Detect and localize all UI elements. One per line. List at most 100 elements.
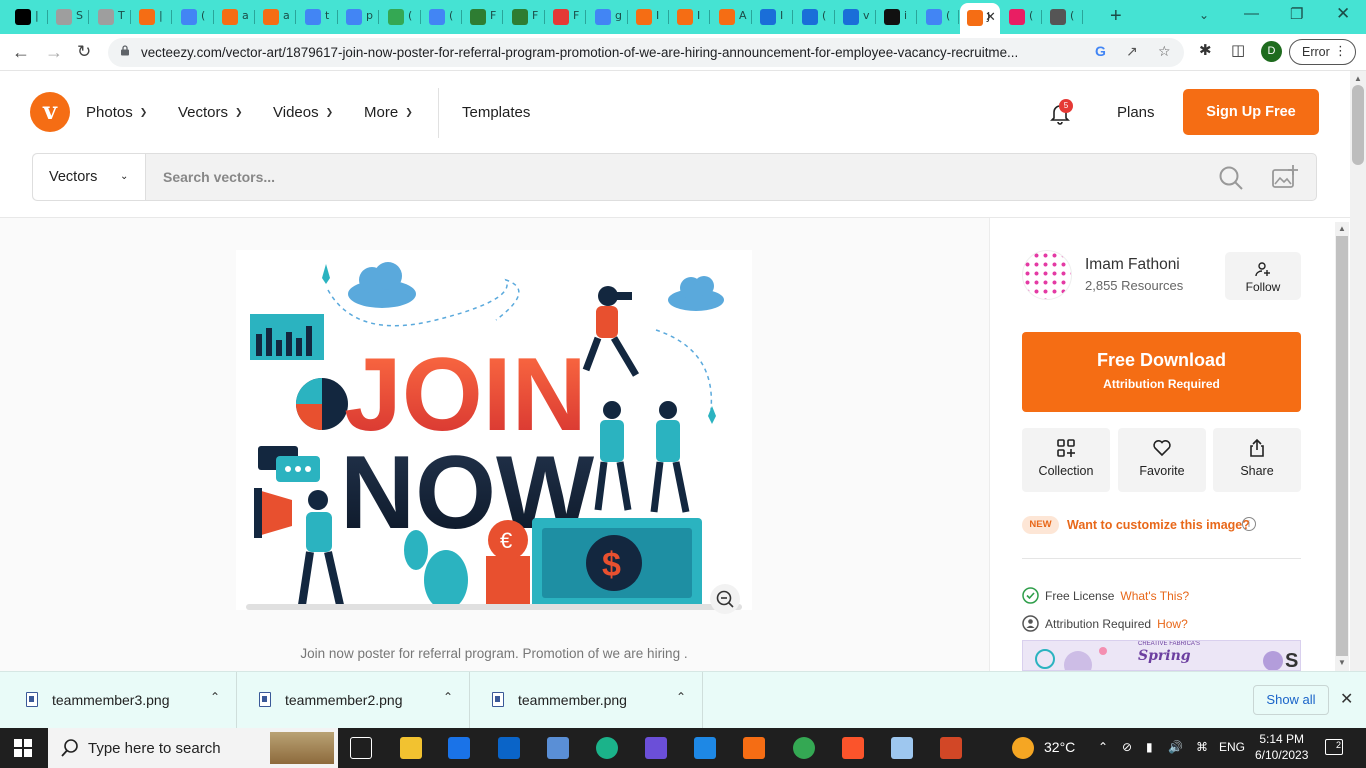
- ad-banner[interactable]: S CREATIVE FABRICA'S Spring: [1022, 640, 1301, 671]
- customize-link[interactable]: Want to customize this image?: [1067, 518, 1250, 532]
- browser-tab[interactable]: a: [215, 6, 255, 28]
- weather-temp[interactable]: 32°C: [1044, 739, 1075, 755]
- nav-videos[interactable]: Videos ❯: [273, 104, 333, 121]
- author-avatar[interactable]: [1022, 250, 1072, 300]
- browser-tab[interactable]: (: [381, 6, 421, 28]
- how-link[interactable]: How?: [1157, 617, 1188, 631]
- scroll-up-arrow-icon[interactable]: ▲: [1354, 74, 1362, 83]
- back-button[interactable]: ←: [12, 42, 30, 63]
- reload-button[interactable]: ↻: [77, 42, 91, 62]
- browser-tab[interactable]: (: [919, 6, 959, 28]
- maximize-button[interactable]: ❐: [1290, 5, 1303, 23]
- browser-tab[interactable]: (: [1002, 6, 1042, 28]
- share-page-icon[interactable]: ↗: [1126, 43, 1138, 60]
- sign-up-button[interactable]: Sign Up Free: [1183, 89, 1319, 135]
- author-name[interactable]: Imam Fathoni: [1085, 256, 1180, 274]
- nav-photos[interactable]: Photos ❯: [86, 104, 147, 121]
- download-item[interactable]: teammember.png ⌃: [470, 672, 703, 729]
- page-scrollbar[interactable]: ▲: [1350, 71, 1366, 671]
- browser-tab[interactable]: i: [877, 6, 917, 28]
- nav-vectors[interactable]: Vectors ❯: [178, 104, 243, 121]
- browser-tab[interactable]: J ✕: [960, 3, 1000, 34]
- search-category-select[interactable]: Vectors ⌄: [33, 154, 146, 200]
- image-search-icon[interactable]: [1271, 163, 1299, 191]
- whats-this-link[interactable]: What's This?: [1120, 589, 1189, 603]
- browser-tab[interactable]: F: [463, 6, 503, 28]
- error-button[interactable]: Error ⋮: [1289, 39, 1356, 65]
- system-clock[interactable]: 5:14 PM 6/10/2023: [1255, 731, 1308, 763]
- scroll-down-arrow-icon[interactable]: ▼: [1338, 658, 1346, 667]
- info-icon[interactable]: i: [1242, 517, 1256, 531]
- more-menu-icon[interactable]: ⋮: [1334, 43, 1347, 59]
- browser-tab[interactable]: p: [339, 6, 379, 28]
- language-indicator[interactable]: ENG: [1219, 740, 1245, 754]
- browser-tab[interactable]: F: [505, 6, 545, 28]
- inner-scrollbar[interactable]: ▲ ▼: [1335, 222, 1349, 671]
- download-item[interactable]: teammember3.png ⌃: [4, 672, 237, 729]
- scrollbar-thumb[interactable]: [1352, 85, 1364, 165]
- zoom-button[interactable]: [710, 584, 740, 614]
- browser-tab[interactable]: (: [174, 6, 214, 28]
- microsoft-store-icon[interactable]: [448, 737, 470, 759]
- brave-icon[interactable]: [842, 737, 864, 759]
- bookmark-star-icon[interactable]: ☆: [1158, 43, 1171, 60]
- browser-tab[interactable]: A: [712, 6, 752, 28]
- browser-tab[interactable]: (: [1043, 6, 1083, 28]
- close-icon[interactable]: ✕: [1340, 689, 1353, 709]
- free-download-button[interactable]: Free Download Attribution Required: [1022, 332, 1301, 412]
- nav-templates[interactable]: Templates: [462, 104, 530, 121]
- weather-icon[interactable]: [1012, 737, 1034, 759]
- browser-tab[interactable]: (: [795, 6, 835, 28]
- browser-tab[interactable]: I: [670, 6, 710, 28]
- google-lens-icon[interactable]: G: [1095, 43, 1106, 59]
- chrome-icon[interactable]: [793, 737, 815, 759]
- powerpoint-icon[interactable]: [940, 737, 962, 759]
- notification-center-icon[interactable]: 2: [1325, 739, 1343, 755]
- follow-button[interactable]: Follow: [1225, 252, 1301, 300]
- notepad-icon[interactable]: [891, 737, 913, 759]
- close-window-button[interactable]: ✕: [1336, 4, 1350, 24]
- profile-avatar[interactable]: D: [1261, 41, 1282, 62]
- browser-tab[interactable]: a: [256, 6, 296, 28]
- asset-preview-image[interactable]: JOIN NOW € $: [236, 250, 752, 610]
- side-panel-icon[interactable]: ◫: [1231, 41, 1245, 59]
- chevron-up-icon[interactable]: ⌃: [676, 690, 686, 704]
- browser-tab[interactable]: I: [629, 6, 669, 28]
- minimize-button[interactable]: —: [1244, 5, 1259, 22]
- scroll-up-arrow-icon[interactable]: ▲: [1338, 224, 1346, 233]
- task-view-icon[interactable]: [350, 737, 372, 759]
- mail-icon[interactable]: [498, 737, 520, 759]
- omnibox[interactable]: vecteezy.com/vector-art/1879617-join-now…: [108, 38, 1184, 67]
- favorite-button[interactable]: Favorite: [1118, 428, 1206, 492]
- chevron-up-icon[interactable]: ⌃: [1098, 740, 1108, 754]
- xampp-icon[interactable]: [743, 737, 765, 759]
- search-icon[interactable]: [1218, 165, 1244, 191]
- edge-browser-icon[interactable]: [596, 737, 618, 759]
- browser-tab[interactable]: g: [588, 6, 628, 28]
- collection-button[interactable]: Collection: [1022, 428, 1110, 492]
- vscode-icon[interactable]: [694, 737, 716, 759]
- battery-icon[interactable]: ▮: [1146, 740, 1153, 754]
- browser-tab[interactable]: v: [836, 6, 876, 28]
- taskbar-search-box[interactable]: Type here to search: [48, 728, 338, 768]
- browser-tab[interactable]: |: [132, 6, 172, 28]
- plans-link[interactable]: Plans: [1117, 104, 1155, 121]
- windows-start-icon[interactable]: [14, 739, 32, 757]
- extensions-puzzle-icon[interactable]: ✱: [1199, 41, 1212, 59]
- tab-search-icon[interactable]: ⌄: [1199, 8, 1209, 22]
- wifi-icon[interactable]: ⌘: [1196, 740, 1208, 754]
- browser-tab[interactable]: T: [91, 6, 131, 28]
- network-icon[interactable]: ⊘: [1122, 740, 1132, 754]
- nav-more[interactable]: More ❯: [364, 104, 413, 121]
- show-all-button[interactable]: Show all: [1253, 685, 1329, 715]
- volume-icon[interactable]: 🔊: [1168, 740, 1183, 754]
- vecteezy-logo[interactable]: v: [30, 92, 70, 132]
- app-icon[interactable]: [645, 737, 667, 759]
- download-item[interactable]: teammember2.png ⌃: [237, 672, 470, 729]
- new-tab-button[interactable]: +: [1110, 5, 1122, 28]
- browser-tab[interactable]: S: [49, 6, 89, 28]
- browser-tab[interactable]: (: [422, 6, 462, 28]
- chevron-up-icon[interactable]: ⌃: [443, 690, 453, 704]
- remote-desktop-icon[interactable]: [547, 737, 569, 759]
- file-explorer-icon[interactable]: [400, 737, 422, 759]
